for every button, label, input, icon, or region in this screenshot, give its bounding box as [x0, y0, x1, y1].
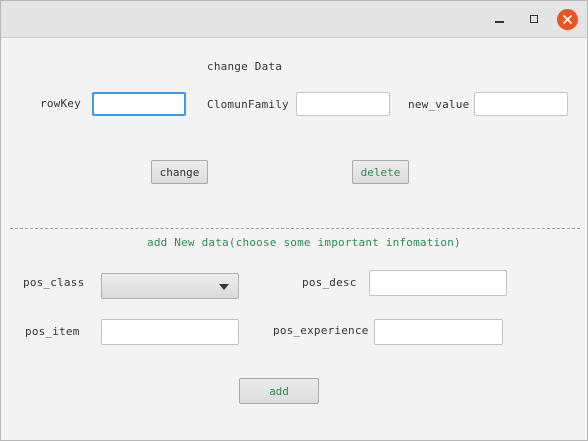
pos-item-label: pos_item	[25, 325, 80, 338]
section-separator	[10, 228, 580, 229]
add-data-heading: add New data(choose some important infom…	[147, 236, 461, 249]
minimize-icon	[494, 21, 504, 23]
pos-experience-input[interactable]	[374, 319, 503, 345]
pos-class-label: pos_class	[23, 276, 85, 289]
pos-desc-input[interactable]	[369, 270, 507, 296]
pos-class-select[interactable]	[101, 273, 239, 299]
new-value-input[interactable]	[474, 92, 568, 116]
maximize-icon	[530, 15, 538, 23]
pos-desc-label: pos_desc	[302, 276, 357, 289]
delete-button[interactable]: delete	[352, 160, 409, 184]
pos-item-input[interactable]	[101, 319, 239, 345]
app-window: change Data rowKey ClomunFamily new_valu…	[0, 0, 588, 441]
column-family-input[interactable]	[296, 92, 390, 116]
chevron-down-icon	[219, 284, 229, 290]
close-icon	[563, 15, 572, 24]
title-bar	[1, 1, 587, 38]
add-button[interactable]: add	[239, 378, 319, 404]
change-data-heading: change Data	[207, 60, 283, 73]
minimize-button[interactable]	[489, 9, 509, 29]
change-button[interactable]: change	[151, 160, 208, 184]
rowkey-input[interactable]	[92, 92, 186, 116]
new-value-label: new_value	[408, 98, 470, 111]
add-data-heading-text: add New data(choose some important infom…	[147, 236, 461, 249]
column-family-label: ClomunFamily	[207, 98, 289, 111]
close-button[interactable]	[557, 9, 578, 30]
rowkey-label: rowKey	[40, 97, 81, 110]
maximize-button[interactable]	[524, 9, 544, 29]
pos-experience-label: pos_experience	[273, 324, 369, 337]
